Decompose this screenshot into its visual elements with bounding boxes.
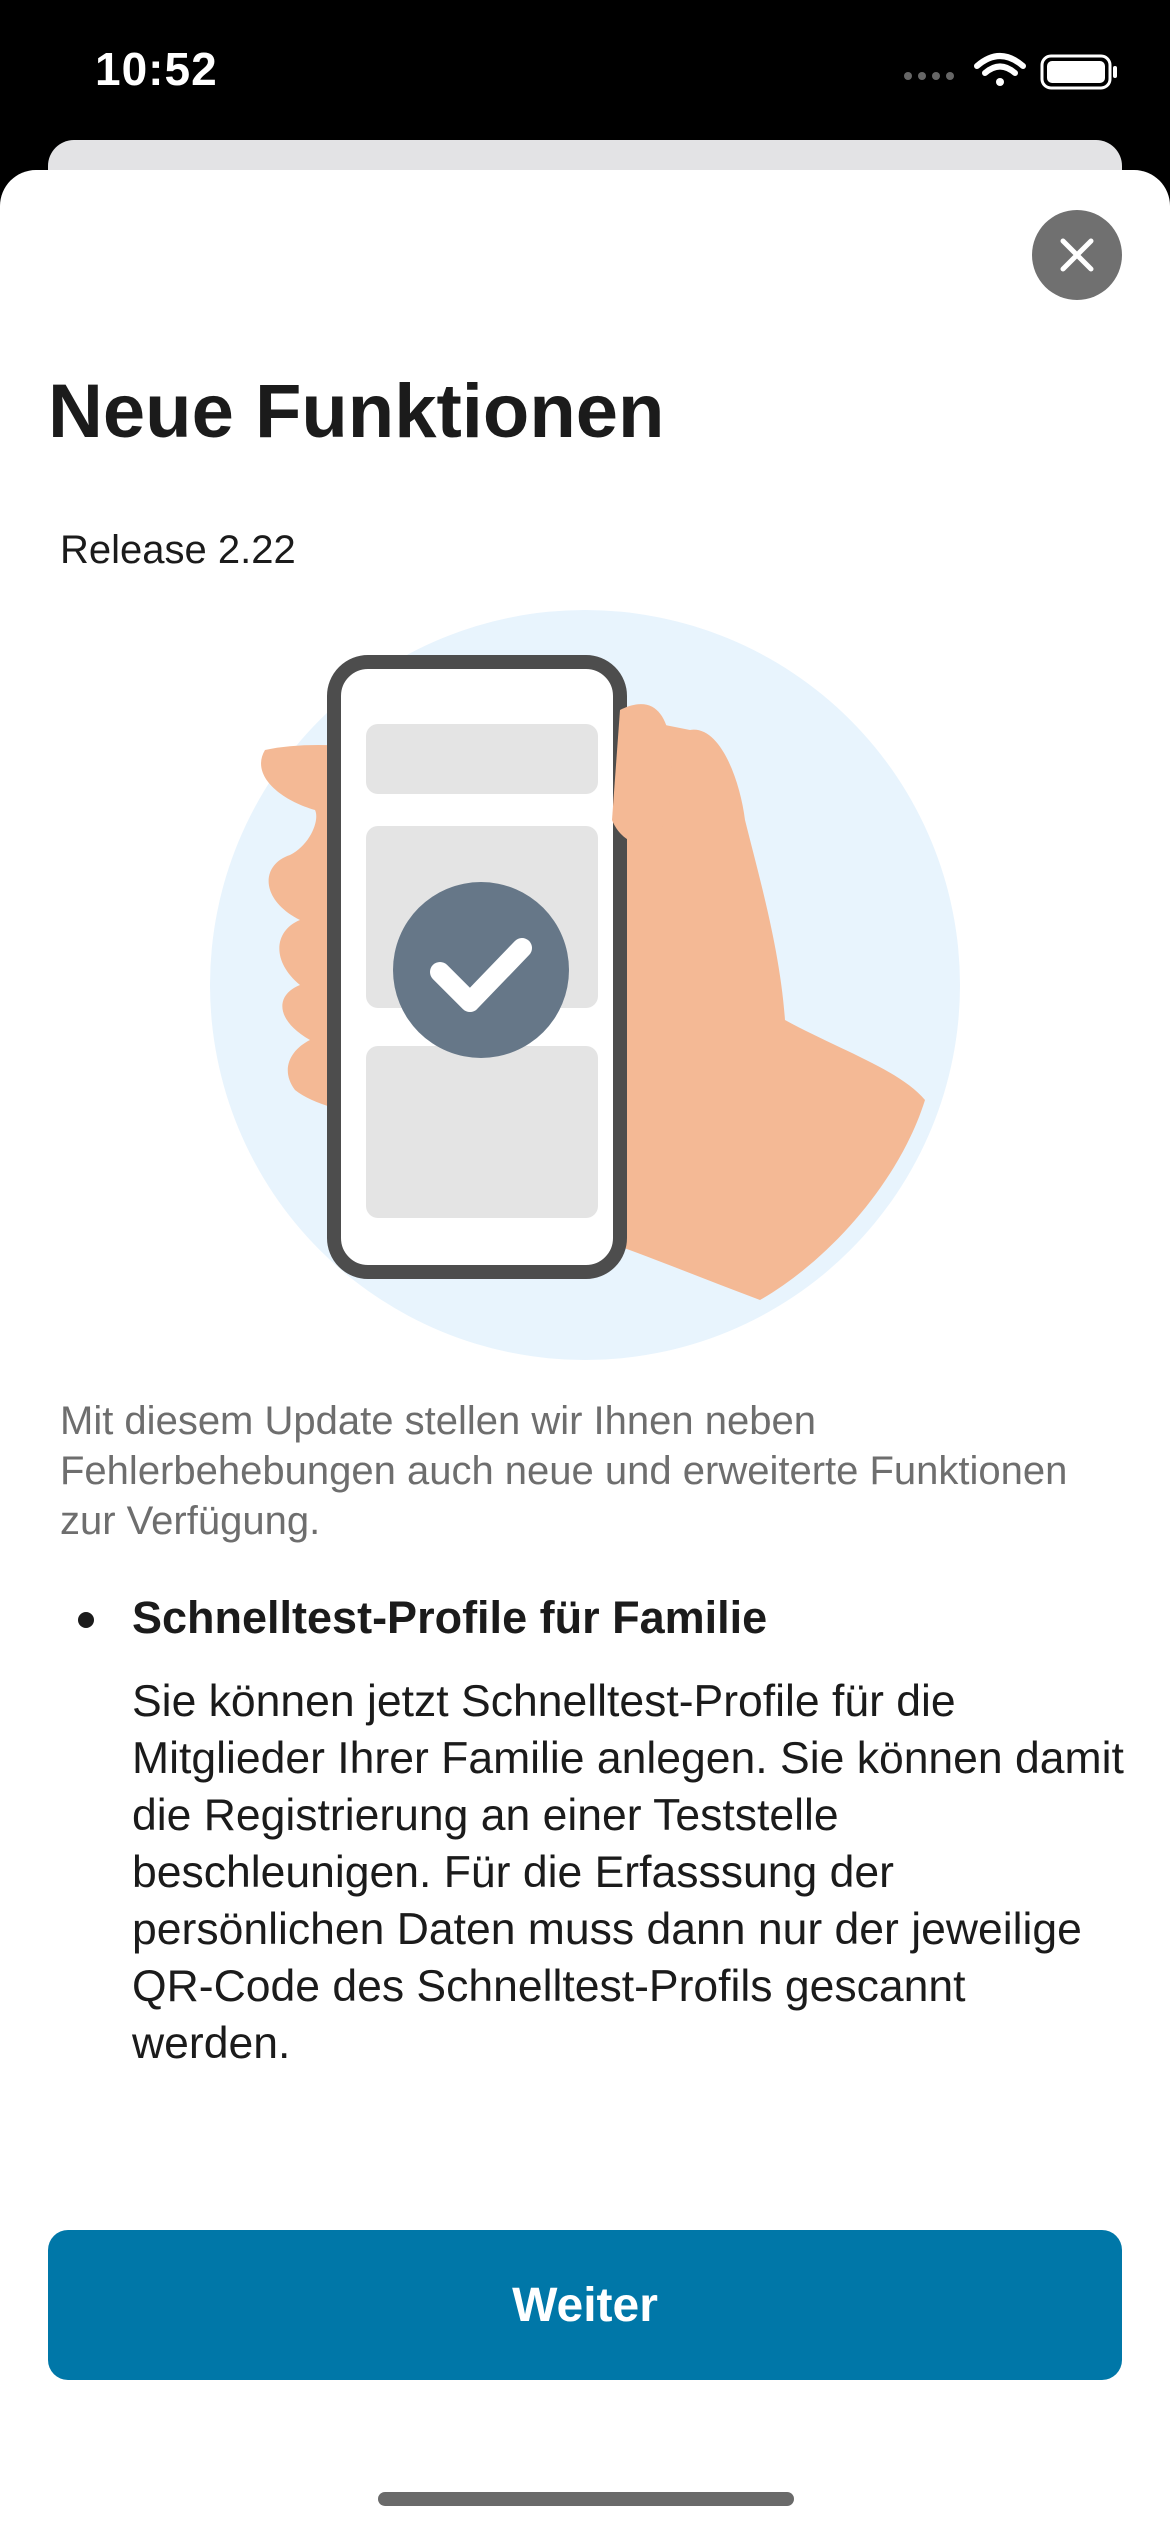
phone-in-hand-checkmark-illustration xyxy=(210,610,960,1360)
home-indicator xyxy=(378,2492,794,2506)
status-time: 10:52 xyxy=(95,43,218,95)
feature-title: Schnelltest-Profile für Familie xyxy=(132,1592,768,1643)
close-icon xyxy=(1060,238,1094,272)
status-bar: 10:52 xyxy=(0,0,1170,150)
feature-description: Sie können jetzt Schnelltest-Profile für… xyxy=(132,1677,1124,2068)
battery-icon xyxy=(1040,54,1117,90)
close-button[interactable] xyxy=(1032,210,1122,300)
cellular-signal-icon xyxy=(904,72,954,80)
status-icons xyxy=(900,52,1130,92)
continue-button[interactable]: Weiter xyxy=(48,2230,1122,2380)
wifi-icon xyxy=(974,53,1026,86)
page-title: Neue Funktionen xyxy=(48,369,665,454)
bullet-point xyxy=(78,1612,94,1628)
release-version: Release 2.22 xyxy=(60,528,296,572)
intro-text: Mit diesem Update stellen wir Ihnen nebe… xyxy=(60,1399,1068,1543)
